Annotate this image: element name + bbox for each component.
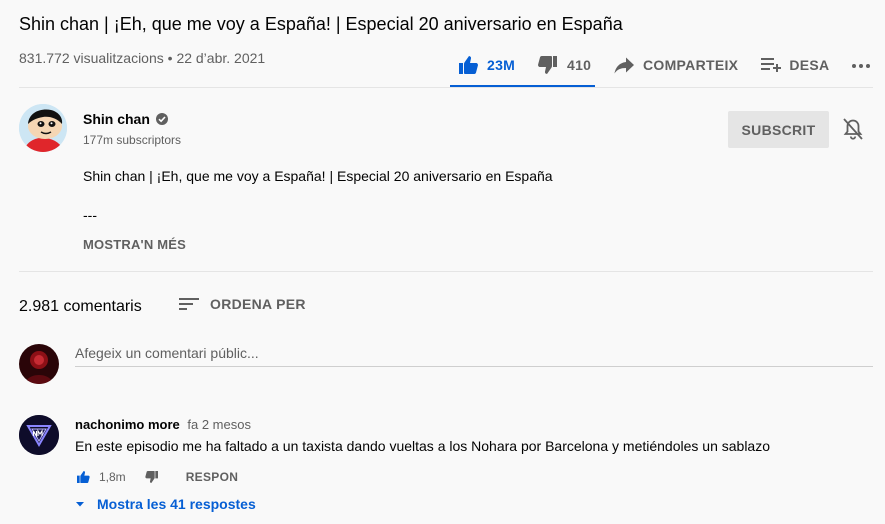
divider xyxy=(19,271,873,272)
divider xyxy=(19,87,873,88)
share-label: COMPARTEIX xyxy=(643,57,739,73)
share-button[interactable]: COMPARTEIX xyxy=(612,44,738,86)
channel-avatar[interactable] xyxy=(19,104,67,152)
show-replies-button[interactable]: Mostra les 41 respostes xyxy=(75,496,256,512)
description-line: Shin chan | ¡Eh, que me voy a España! | … xyxy=(83,168,553,184)
comment-author[interactable]: nachonimo more xyxy=(75,417,180,432)
description-separator: --- xyxy=(83,207,97,223)
channel-name-text: Shin chan xyxy=(83,111,150,127)
like-dislike-group: 23M 410 xyxy=(450,44,595,87)
comment-count: 2.981 comentaris xyxy=(19,298,142,315)
video-actions: 23M 410 COMPARTEIX DESA xyxy=(450,44,873,87)
reply-button[interactable]: RESPON xyxy=(186,470,238,484)
comment-like-count: 1,8m xyxy=(99,470,126,484)
playlist-add-icon xyxy=(761,58,782,72)
thumbs-up-icon xyxy=(459,56,478,74)
subscriber-count: 177m subscriptors xyxy=(83,133,182,147)
show-replies-label: Mostra les 41 respostes xyxy=(97,496,256,512)
save-button[interactable]: DESA xyxy=(758,44,829,86)
video-title: Shin chan | ¡Eh, que me voy a España! | … xyxy=(19,14,623,34)
add-comment-input[interactable]: Afegeix un comentari públic... xyxy=(75,345,873,367)
user-avatar-image xyxy=(19,344,59,384)
subscribe-button[interactable]: SUBSCRIT xyxy=(728,111,829,148)
caret-down-icon xyxy=(76,502,84,507)
dislike-count: 410 xyxy=(567,57,592,73)
dislike-button[interactable]: 410 xyxy=(536,44,591,86)
comment-actions: 1,8m RESPON xyxy=(75,469,238,485)
like-count: 23M xyxy=(487,57,516,73)
comment-text: En este episodio me ha faltado a un taxi… xyxy=(75,438,770,454)
share-arrow-icon xyxy=(614,57,634,74)
comment-header: nachonimo more fa 2 mesos xyxy=(75,417,251,432)
user-avatar xyxy=(19,344,59,384)
nm-logo-avatar xyxy=(19,415,59,455)
bell-off-icon xyxy=(843,118,863,140)
thumbs-up-icon[interactable] xyxy=(75,469,91,485)
sort-icon xyxy=(179,298,199,310)
channel-name[interactable]: Shin chan xyxy=(83,111,169,127)
like-button[interactable]: 23M xyxy=(456,44,515,86)
comment-author-avatar[interactable] xyxy=(19,415,59,455)
sort-by-button[interactable]: ORDENA PER xyxy=(178,295,306,313)
save-label: DESA xyxy=(789,57,830,73)
thumbs-down-icon[interactable] xyxy=(144,469,160,485)
show-more-button[interactable]: MOSTRA'N MÉS xyxy=(83,237,186,252)
shin-chan-avatar-icon xyxy=(19,104,67,152)
verified-check-icon xyxy=(155,113,168,125)
more-actions-button[interactable] xyxy=(849,44,873,86)
video-meta: 831.772 visualitzacions • 22 d’abr. 2021 xyxy=(19,50,266,66)
comment-time[interactable]: fa 2 mesos xyxy=(187,417,251,432)
thumbs-down-icon xyxy=(538,56,557,74)
more-horizontal-icon xyxy=(852,64,871,68)
notification-bell-button[interactable] xyxy=(842,117,864,146)
sort-label: ORDENA PER xyxy=(210,296,306,312)
